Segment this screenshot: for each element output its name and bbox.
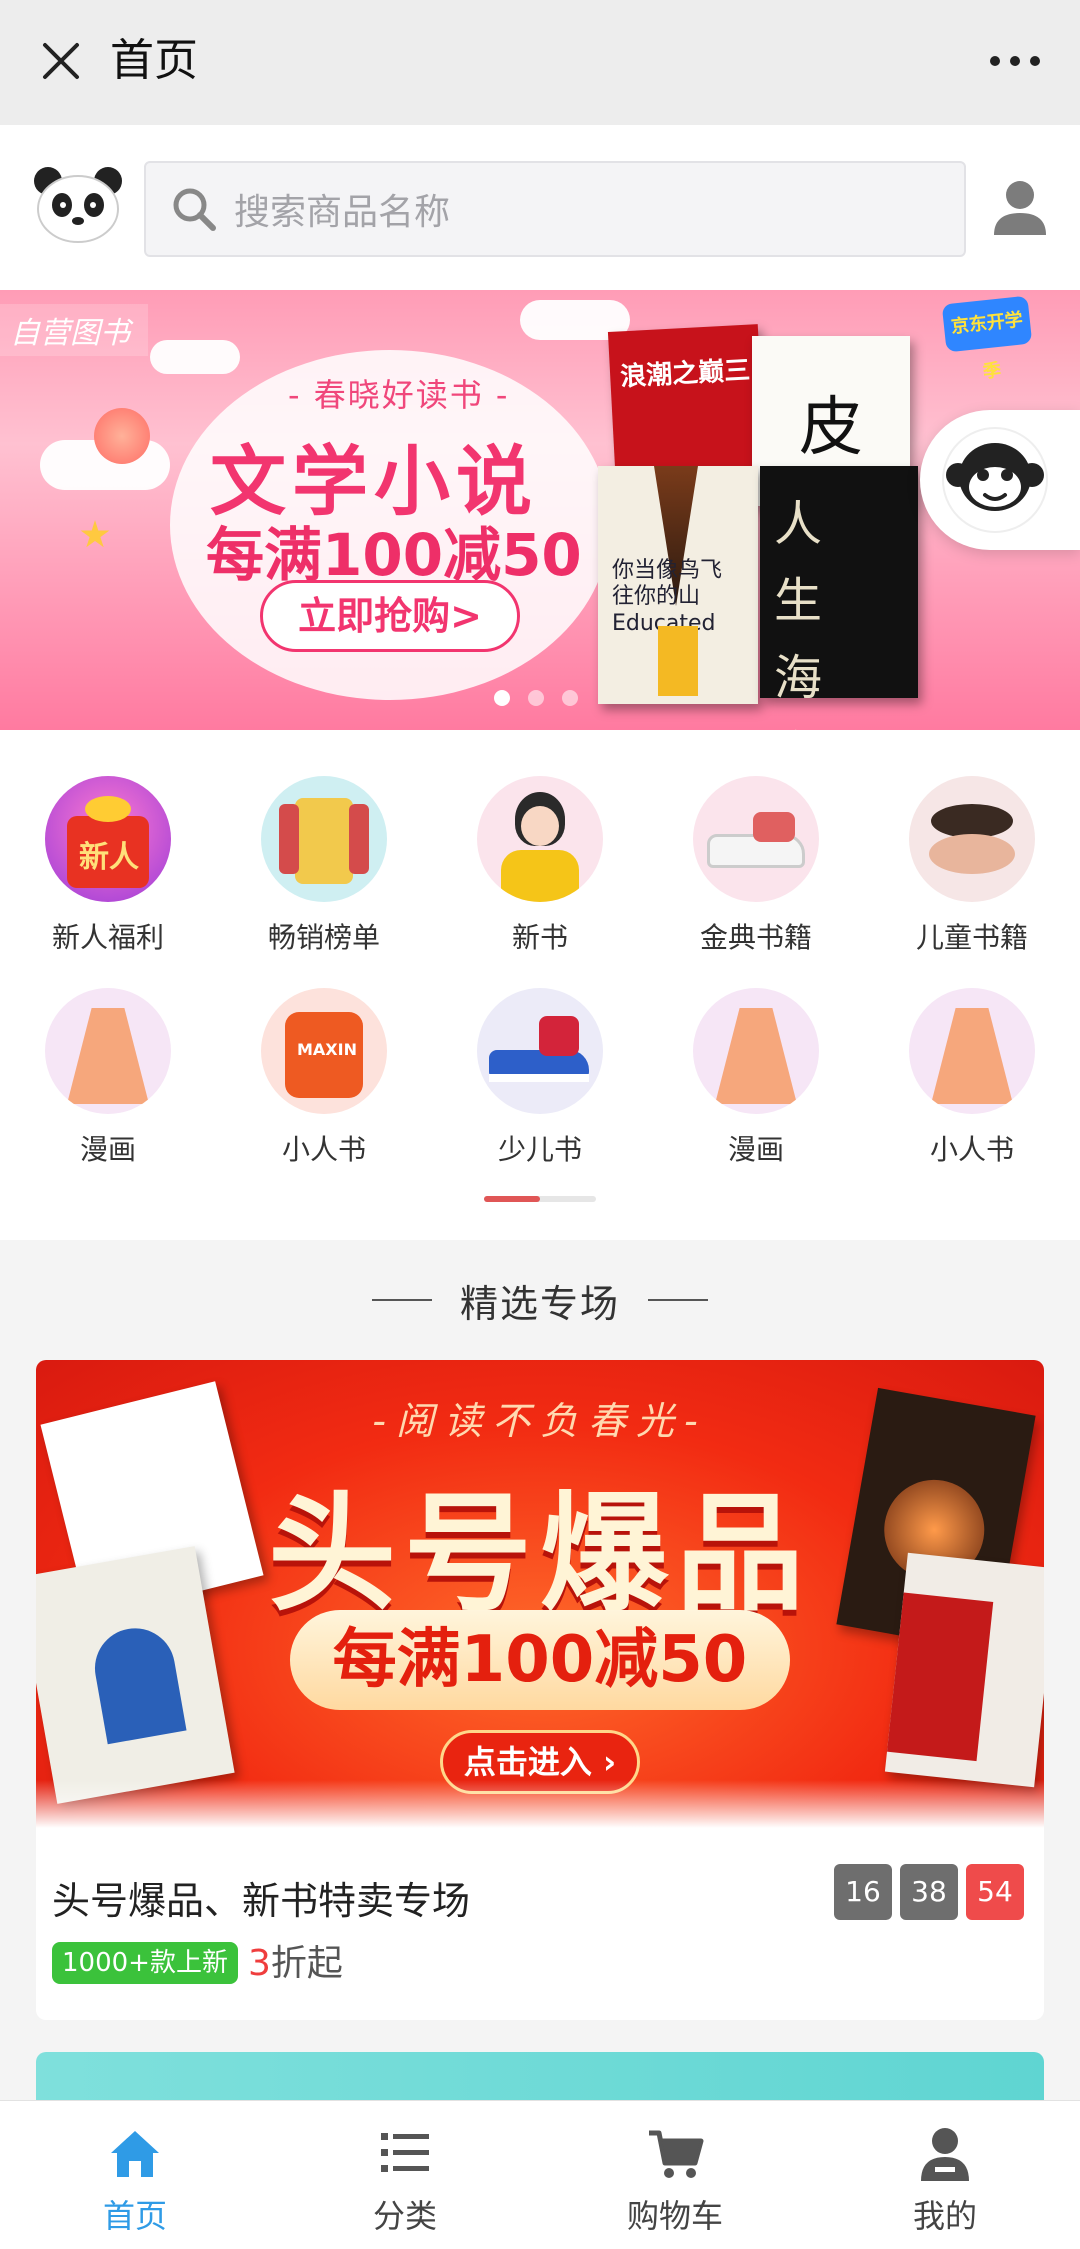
category-label: 畅销榜单 [267,921,380,954]
tab-label: 分类 [372,2197,437,2235]
bottom-tab-bar: 首页 分类 购物车 我的 [0,2100,1080,2249]
title-bar: 首页 [0,0,1080,125]
countdown-hours: 16 [834,1864,892,1920]
more-dot-icon [1010,56,1020,66]
category-pager [484,1196,596,1202]
sneaker-icon [693,776,819,902]
girl-avatar-icon [477,776,603,902]
new-arrivals-badge: 1000+款上新 [52,1942,238,1984]
sweater-icon [261,776,387,902]
cushion-compact-icon [909,776,1035,902]
more-dot-icon [1030,56,1040,66]
section-title: 精选专场 [459,1281,620,1326]
panda-logo-icon[interactable] [30,165,126,245]
book-cover: 你当像鸟飞往你的山 Educated [598,466,758,704]
category-label: 漫画 [727,1133,784,1166]
carousel-dot[interactable] [562,690,578,706]
featured-slogan: -阅读不负春光- [372,1399,708,1443]
featured-title: 头号爆品、新书特卖专场 [52,1879,471,1923]
category-item[interactable]: 小人书 [882,988,1062,1168]
promo-banner[interactable]: 自营图书 - 春晓好读书 - 文学小说 每满100减50 立即抢购> 浪潮之巅三… [0,290,1080,730]
page-title: 首页 [110,35,198,86]
category-item[interactable]: 畅销榜单 [234,776,414,956]
search-placeholder: 搜索商品名称 [234,192,451,233]
more-menu-button[interactable] [980,30,1050,92]
category-label: 儿童书籍 [915,921,1028,954]
tab-label: 购物车 [626,2197,723,2235]
home-icon [111,2131,159,2177]
category-label: 小人书 [929,1133,1014,1166]
featured-promo-image[interactable]: -阅读不负春光- 头号爆品 每满100减50 点击进入 › [36,1360,1044,1840]
list-icon [381,2133,429,2172]
countdown-seconds: 54 [966,1864,1024,1920]
category-item[interactable]: 新人 新人福利 [18,776,198,956]
user-icon [921,2128,969,2181]
skirt-icon [693,988,819,1114]
shopping-cart-icon [649,2130,704,2178]
cloud-decoration [150,340,240,374]
monkey-mascot-icon [942,427,1048,533]
featured-headline: 头号爆品 [267,1480,812,1629]
tab-label: 首页 [102,2197,167,2235]
category-label: 少儿书 [497,1133,582,1166]
more-dot-icon [990,56,1000,66]
open-book-decoration [36,1780,1044,1840]
category-label: 漫画 [79,1133,136,1166]
category-pager-active [484,1196,540,1202]
featured-deal: 每满100减50 [290,1610,790,1710]
carousel-dot[interactable] [494,690,510,706]
divider [648,1299,708,1301]
sweatshirt-icon: MAXIN [261,988,387,1114]
category-item[interactable]: 漫画 [666,988,846,1168]
section-heading: 精选专场 [0,1240,1080,1360]
category-item[interactable]: 金典书籍 [666,776,846,956]
search-icon [173,188,216,231]
app-root: 首页 搜索商品名称 自营图书 - 春晓好读书 - 文学小说 每满100减50 立… [0,0,1080,2249]
category-item[interactable]: 新书 [450,776,630,956]
countdown-minutes: 38 [900,1864,958,1920]
tab-cart[interactable]: 购物车 [540,2101,810,2249]
customer-service-button[interactable] [920,410,1080,550]
skirt-icon [909,988,1035,1114]
category-item[interactable]: 漫画 [18,988,198,1168]
countdown-timer: 16 38 54 [834,1864,1024,1920]
search-input[interactable]: 搜索商品名称 [144,161,966,257]
category-label: 新书 [511,921,568,954]
close-button[interactable] [30,30,92,92]
category-item[interactable]: MAXIN 小人书 [234,988,414,1168]
category-item[interactable]: 儿童书籍 [882,776,1062,956]
discount-suffix: 折起 [270,1943,343,1984]
skirt-icon [45,988,171,1114]
gift-new-icon: 新人 [45,776,171,902]
discount-text: 3折起 [248,1934,343,1986]
user-profile-icon[interactable] [988,175,1052,239]
tab-category[interactable]: 分类 [270,2101,540,2249]
sun-decoration [94,408,150,464]
tab-profile[interactable]: 我的 [810,2101,1080,2249]
close-icon [43,43,79,79]
category-item[interactable]: 少儿书 [450,988,630,1168]
shoe-icon [477,988,603,1114]
category-label: 金典书籍 [699,921,812,954]
featured-card[interactable]: -阅读不负春光- 头号爆品 每满100减50 点击进入 › 头号爆品、新书特卖专… [36,1360,1044,2020]
carousel-dot[interactable] [528,690,544,706]
season-badge: 京东开学季 [941,295,1033,383]
search-header: 搜索商品名称 [0,125,1080,290]
book-cover: 人生海海 [760,466,918,730]
banner-buy-button[interactable]: 立即抢购> [260,580,520,652]
divider [371,1299,432,1301]
banner-subtitle: - 春晓好读书 - [288,376,510,414]
tab-label: 我的 [912,2197,977,2235]
star-decoration [80,520,110,548]
category-label: 小人书 [281,1133,366,1166]
category-grid: 新人 新人福利 畅销榜单 新书 金典书籍 儿童书籍 漫画 MAXIN 小人书 少… [0,730,1080,1240]
banner-tag: 自营图书 [0,304,148,356]
discount-number: 3 [248,1943,271,1984]
tab-home[interactable]: 首页 [0,2101,270,2249]
banner-carousel-dots [494,690,578,706]
category-label: 新人福利 [51,921,164,954]
